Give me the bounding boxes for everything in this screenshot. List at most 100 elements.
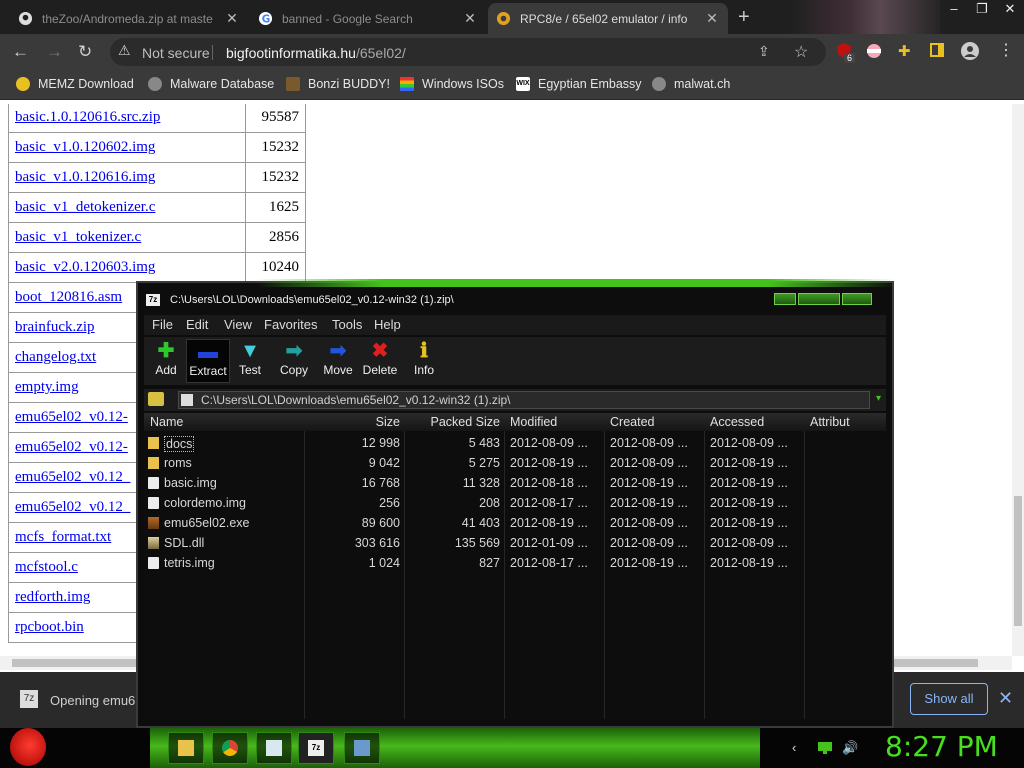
list-item[interactable]: docs 12 998 5 483 2012-08-09 ... 2012-08-09 … (144, 433, 886, 453)
column-header-name[interactable]: Name (150, 415, 183, 429)
add-button[interactable]: ✚ Add (144, 339, 188, 383)
bookmark-egyptian-embassy[interactable]: WIX Egyptian Embassy (516, 77, 642, 91)
taskbar-clock[interactable]: 8:27 PM (885, 730, 998, 763)
show-all-button[interactable]: Show all (910, 683, 988, 715)
bookmark-memz[interactable]: MEMZ Download (16, 77, 134, 91)
address-bar[interactable]: ⚠ Not secure bigfootinformatika.hu/65el0… (110, 38, 826, 66)
list-item[interactable]: SDL.dll 303 616 135 569 2012-01-09 ... 2012-… (144, 533, 886, 553)
menu-file[interactable]: File (152, 317, 173, 332)
list-item[interactable]: roms 9 042 5 275 2012-08-19 ... 2012-08-09 .… (144, 453, 886, 473)
bookmark-malwatch[interactable]: malwat.ch (652, 77, 730, 91)
file-link[interactable]: basic.1.0.120616.src.zip (15, 109, 160, 125)
folder-up-icon[interactable] (148, 392, 164, 406)
forward-icon[interactable]: → (46, 42, 63, 62)
file-link[interactable]: mcfs_format.txt (15, 529, 111, 545)
file-link[interactable]: basic_v1.0.120616.img (15, 169, 155, 185)
notepad-taskbar-button[interactable] (256, 732, 292, 764)
file-link[interactable]: emu65el02_v0.12_ (15, 469, 130, 485)
close-icon[interactable]: ✕ (704, 10, 720, 27)
share-icon[interactable]: ⇪ (758, 43, 770, 60)
profile-avatar-icon[interactable] (960, 41, 980, 66)
window-taskbar-button[interactable] (344, 732, 380, 764)
bookmark-malware-database[interactable]: Malware Database (148, 77, 274, 91)
copy-button[interactable]: ➡ Copy (272, 339, 316, 383)
file-link[interactable]: boot_120816.asm (15, 289, 122, 305)
menu-favorites[interactable]: Favorites (264, 317, 317, 332)
close-icon[interactable]: ✕ (998, 688, 1013, 709)
back-icon[interactable]: ← (12, 42, 29, 62)
file-link[interactable]: basic_v2.0.120603.img (15, 259, 155, 275)
info-button[interactable]: ℹ Info (402, 339, 446, 383)
file-icon (148, 557, 159, 569)
ublock-extension-icon[interactable]: 6 (836, 43, 856, 66)
dropdown-arrow-icon[interactable]: ▾ (876, 393, 881, 404)
path-field[interactable]: C:\Users\LOL\Downloads\emu65el02_v0.12-w… (178, 391, 870, 409)
column-header-created[interactable]: Created (610, 415, 654, 429)
maximize-icon[interactable]: ❐ (968, 0, 996, 20)
warning-icon[interactable]: ⚠ (118, 42, 131, 59)
kebab-menu-icon[interactable]: ⋮ (998, 40, 1014, 60)
column-header-modified[interactable]: Modified (510, 415, 557, 429)
file-link[interactable]: mcfstool.c (15, 559, 78, 575)
menu-help[interactable]: Help (374, 317, 401, 332)
menu-tools[interactable]: Tools (332, 317, 362, 332)
7zip-taskbar-button[interactable]: 7z (298, 732, 334, 764)
column-header-size[interactable]: Size (314, 415, 400, 429)
file-link[interactable]: changelog.txt (15, 349, 96, 365)
extract-button[interactable]: ▬ Extract (186, 339, 230, 383)
start-button-angry-bird-icon[interactable] (10, 728, 46, 766)
file-link[interactable]: basic_v1.0.120602.img (15, 139, 155, 155)
file-link[interactable]: redforth.img (15, 589, 90, 605)
test-button[interactable]: ▼ Test (228, 339, 272, 383)
tab-google-search[interactable]: G banned - Google Search ✕ (250, 3, 486, 34)
delete-button[interactable]: ✖ Delete (358, 339, 402, 383)
file-link[interactable]: empty.img (15, 379, 79, 395)
chrome-taskbar-button[interactable] (212, 732, 248, 764)
vertical-scrollbar[interactable] (1012, 104, 1024, 656)
list-item[interactable]: basic.img 16 768 11 328 2012-08-18 ... 2012-… (144, 473, 886, 493)
7zip-titlebar[interactable]: 7z C:\Users\LOL\Downloads\emu65el02_v0.1… (138, 289, 892, 313)
column-header-accessed[interactable]: Accessed (710, 415, 764, 429)
bookmark-windows-isos[interactable]: Windows ISOs (400, 77, 504, 91)
move-button[interactable]: ➡ Move (316, 339, 360, 383)
file-link[interactable]: rpcboot.bin (15, 619, 84, 635)
url-text[interactable]: bigfootinformatika.hu/65el02/ (226, 45, 406, 61)
volume-icon[interactable]: 🔊 (842, 740, 858, 756)
column-header-packed-size[interactable]: Packed Size (408, 415, 500, 429)
bookmark-bonzi-buddy[interactable]: Bonzi BUDDY! (286, 77, 390, 91)
file-link[interactable]: brainfuck.zip (15, 319, 95, 335)
file-link[interactable]: emu65el02_v0.12_ (15, 499, 130, 515)
reload-icon[interactable]: ↻ (78, 42, 92, 62)
network-icon[interactable] (818, 742, 832, 757)
bookmark-star-icon[interactable]: ☆ (794, 42, 808, 62)
file-link[interactable]: emu65el02_v0.12- (15, 439, 128, 455)
puzzle-icon[interactable]: ✚ (898, 42, 911, 60)
close-icon[interactable]: ✕ (224, 10, 240, 27)
file-link[interactable]: basic_v1_tokenizer.c (15, 229, 141, 245)
sidebar-icon[interactable] (930, 43, 944, 62)
menu-view[interactable]: View (224, 317, 252, 332)
minimize-button[interactable] (774, 293, 796, 305)
file-link[interactable]: basic_v1_detokenizer.c (15, 199, 155, 215)
file-link[interactable]: emu65el02_v0.12- (15, 409, 128, 425)
tray-chevron-icon[interactable]: ‹ (792, 740, 796, 755)
close-button[interactable] (842, 293, 872, 305)
scrollbar-thumb[interactable] (1014, 496, 1022, 626)
security-label[interactable]: Not secure (142, 45, 210, 61)
column-header-attributes[interactable]: Attribut (810, 415, 886, 429)
tab-thezoo[interactable]: theZoo/Andromeda.zip at maste ✕ (10, 3, 248, 34)
flag-extension-icon[interactable] (866, 43, 882, 64)
close-window-icon[interactable]: ✕ (996, 0, 1024, 20)
download-item-text[interactable]: Opening emu6 (50, 693, 135, 708)
menu-edit[interactable]: Edit (186, 317, 208, 332)
file-explorer-taskbar-button[interactable] (168, 732, 204, 764)
list-item[interactable]: tetris.img 1 024 827 2012-08-17 ... 2012-08-… (144, 553, 886, 573)
new-tab-button[interactable]: + (738, 6, 750, 29)
list-item[interactable]: emu65el02.exe 89 600 41 403 2012-08-19 ... 2… (144, 513, 886, 533)
list-item[interactable]: colordemo.img 256 208 2012-08-17 ... 2012-08… (144, 493, 886, 513)
maximize-button[interactable] (798, 293, 840, 305)
tab-rpc8e[interactable]: RPC8/e / 65el02 emulator / info ✕ (488, 3, 728, 34)
item-created: 2012-08-19 ... (610, 496, 688, 510)
minimize-icon[interactable]: – (940, 0, 968, 20)
close-icon[interactable]: ✕ (462, 10, 478, 27)
